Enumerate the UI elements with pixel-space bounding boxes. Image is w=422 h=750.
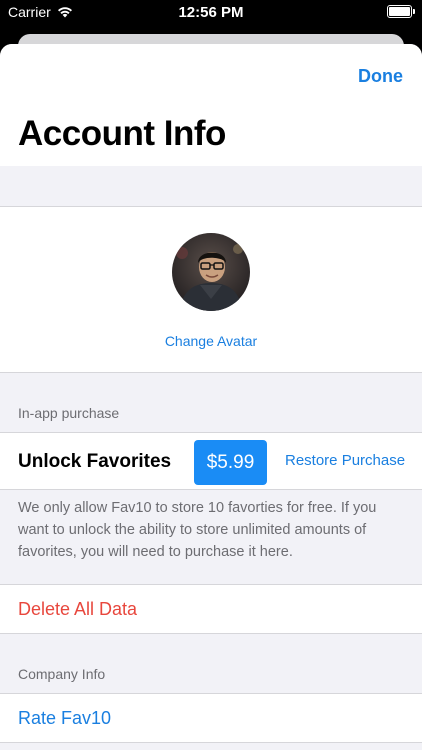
rate-app-row[interactable]: Rate Fav10 <box>0 693 422 743</box>
in-app-purchase-header: In-app purchase <box>18 405 120 421</box>
status-time: 12:56 PM <box>178 4 244 21</box>
purchase-footer-text: We only allow Fav10 to store 10 favortie… <box>18 500 377 560</box>
page-title: Account Info <box>18 114 226 153</box>
navigation-bar: Done Account Info <box>0 44 422 166</box>
status-bar: Carrier 12:56 PM <box>0 0 422 26</box>
done-button[interactable]: Done <box>358 66 403 87</box>
unlock-favorites-title: Unlock Favorites <box>18 451 172 472</box>
unlock-favorites-row: Unlock Favorites $5.99 Restore Purchase <box>0 432 422 490</box>
avatar-section: Change Avatar <box>0 206 422 373</box>
account-info-sheet: Done Account Info Change Avatar In-app p… <box>0 44 422 750</box>
avatar[interactable] <box>172 233 250 311</box>
company-info-header: Company Info <box>18 666 106 682</box>
rate-app-label[interactable]: Rate Fav10 <box>18 708 111 729</box>
restore-purchase-button[interactable]: Restore Purchase <box>285 452 405 469</box>
battery-icon <box>387 5 415 18</box>
delete-all-data-row[interactable]: Delete All Data <box>0 584 422 634</box>
delete-all-data-label[interactable]: Delete All Data <box>18 599 137 620</box>
price-button[interactable]: $5.99 <box>194 440 267 485</box>
avatar-photo <box>172 233 250 311</box>
change-avatar-button[interactable]: Change Avatar <box>0 333 422 349</box>
